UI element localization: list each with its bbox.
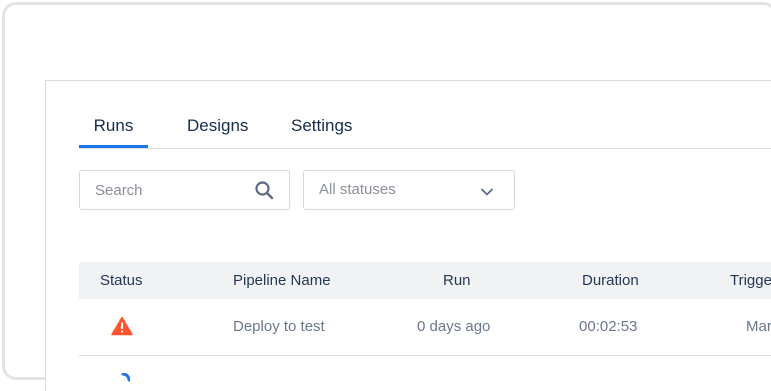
search-input[interactable] xyxy=(95,180,245,200)
run-duration: 00:02:53 xyxy=(579,318,638,335)
column-header-pipeline-name[interactable]: Pipeline Name xyxy=(233,272,331,289)
table-header: Status Pipeline Name Run Duration Trigge… xyxy=(79,262,771,299)
status-filter-value: All statuses xyxy=(319,181,396,198)
run-trigger: Mar xyxy=(746,318,771,335)
search-box xyxy=(79,170,290,210)
search-icon[interactable] xyxy=(254,180,274,200)
in-progress-icon xyxy=(121,373,130,382)
window-frame: Runs Designs Settings All statuses Statu… xyxy=(2,2,771,391)
column-header-run[interactable]: Run xyxy=(443,272,471,289)
tab-designs[interactable]: Designs xyxy=(187,109,248,148)
chevron-down-icon xyxy=(481,188,493,196)
warning-icon xyxy=(111,316,133,336)
pipelines-panel: Runs Designs Settings All statuses Statu… xyxy=(45,80,771,391)
column-header-status[interactable]: Status xyxy=(100,272,143,289)
run-time: 0 days ago xyxy=(417,318,491,335)
tab-runs[interactable]: Runs xyxy=(79,109,148,148)
pipeline-name-link[interactable]: Deploy to test xyxy=(233,318,325,335)
tab-bar: Runs Designs Settings xyxy=(79,109,771,149)
table-row[interactable]: Deploy to test 0 days ago 00:02:53 Mar xyxy=(79,299,771,356)
column-header-duration[interactable]: Duration xyxy=(582,272,639,289)
tab-settings[interactable]: Settings xyxy=(291,109,352,148)
column-header-trigger[interactable]: Trigger xyxy=(730,272,771,289)
status-filter-dropdown[interactable]: All statuses xyxy=(303,170,515,210)
